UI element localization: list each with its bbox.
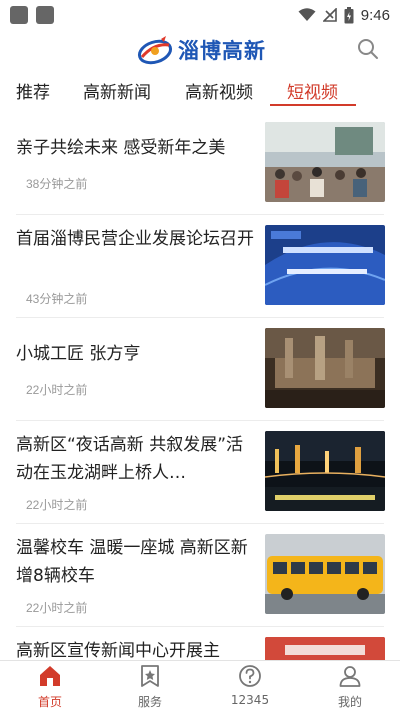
status-bar: 9:46 — [0, 0, 400, 30]
nav-home[interactable]: 首页 — [20, 664, 80, 710]
bookmark-star-icon — [141, 665, 159, 687]
item-thumbnail — [265, 122, 385, 202]
list-item[interactable]: 高新区“夜话高新 共叙发展”活动在玉龙湖畔上桥人… 22小时之前 — [0, 421, 400, 524]
item-thumbnail — [265, 225, 385, 305]
nav-label: 我的 — [337, 695, 362, 709]
nav-label: 服务 — [137, 695, 162, 709]
search-icon — [358, 39, 378, 59]
item-time: 22小时之前 — [26, 498, 88, 512]
nav-label: 12345 — [230, 693, 270, 707]
item-time: 43分钟之前 — [26, 292, 88, 306]
home-icon — [40, 666, 60, 686]
notification-icon — [36, 6, 54, 24]
active-tab-indicator — [270, 104, 356, 106]
category-tabs: 推荐 高新新闻 高新视频 短视频 — [0, 74, 400, 112]
item-thumbnail — [265, 328, 385, 408]
item-thumbnail — [265, 534, 385, 614]
app-logo: 淄博高新 — [136, 33, 266, 67]
nav-label: 首页 — [37, 695, 62, 709]
item-title: 亲子共绘未来 感受新年之美 — [16, 138, 226, 158]
list-item[interactable]: 温馨校车 温暖一座城 高新区新增8辆校车 22小时之前 — [0, 524, 400, 627]
status-left — [10, 6, 54, 24]
signal-icon — [322, 8, 337, 22]
item-title: 高新区“夜话高新 共叙发展”活动在玉龙湖畔上桥人… — [16, 435, 244, 483]
item-title: 首届淄博民营企业发展论坛召开 — [16, 229, 254, 249]
tab-news[interactable]: 高新新闻 — [83, 78, 151, 103]
list-item[interactable]: 小城工匠 张方亨 22小时之前 — [0, 318, 400, 421]
item-time: 22小时之前 — [26, 601, 88, 615]
tab-recommend[interactable]: 推荐 — [16, 78, 50, 103]
nav-profile[interactable]: 我的 — [320, 664, 380, 710]
list-item[interactable]: 首届淄博民营企业发展论坛召开 43分钟之前 — [0, 215, 400, 318]
list-item[interactable]: 亲子共绘未来 感受新年之美 38分钟之前 — [0, 112, 400, 215]
tab-videos[interactable]: 高新视频 — [185, 78, 253, 103]
question-icon — [239, 665, 261, 687]
bottom-nav: 首页 服务 12345 我的 — [0, 660, 400, 711]
news-feed: 亲子共绘未来 感受新年之美 38分钟之前 首届淄博民营企业发展论坛召开 43分钟… — [0, 112, 400, 660]
tab-short-videos[interactable]: 短视频 — [287, 78, 338, 103]
item-thumbnail — [265, 637, 385, 660]
notification-icon — [10, 6, 28, 24]
logo-emblem-icon — [137, 36, 173, 65]
status-right: 9:46 — [298, 6, 390, 24]
list-item[interactable]: 高新区宣传新闻中心开展主 — [0, 627, 400, 660]
battery-icon — [344, 6, 354, 23]
item-title: 高新区宣传新闻中心开展主 — [16, 641, 220, 660]
status-time: 9:46 — [360, 6, 390, 24]
user-icon — [339, 666, 361, 687]
app-header: 淄博高新 — [0, 30, 400, 70]
item-time: 22小时之前 — [26, 383, 88, 397]
search-button[interactable] — [356, 37, 380, 61]
logo-text: 淄博高新 — [178, 39, 266, 63]
item-title: 小城工匠 张方亨 — [16, 344, 141, 364]
item-title: 温馨校车 温暖一座城 高新区新增8辆校车 — [16, 538, 248, 586]
nav-hotline[interactable]: 12345 — [220, 664, 280, 707]
nav-service[interactable]: 服务 — [120, 664, 180, 710]
item-time: 38分钟之前 — [26, 177, 88, 191]
wifi-icon — [298, 8, 316, 21]
item-thumbnail — [265, 431, 385, 511]
